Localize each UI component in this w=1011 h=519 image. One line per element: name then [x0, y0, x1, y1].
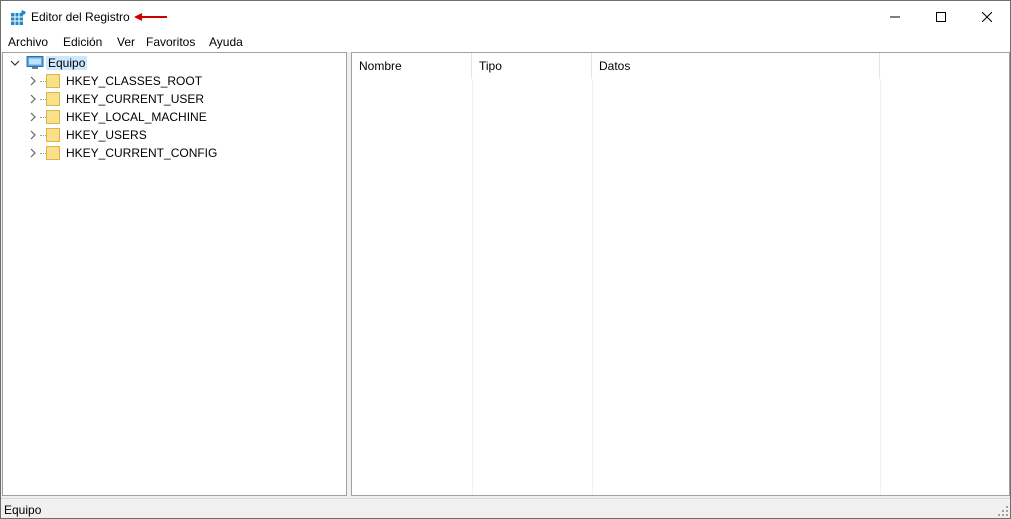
- column-divider: [592, 79, 593, 495]
- minimize-icon: [890, 16, 900, 17]
- menu-edicion[interactable]: Edición: [63, 35, 102, 49]
- computer-icon: [26, 56, 44, 69]
- close-icon: [982, 11, 992, 22]
- chevron-right-icon[interactable]: [28, 112, 38, 122]
- registry-editor-window: Editor del Registro Archivo Edición Ver …: [0, 0, 1011, 519]
- chevron-right-icon[interactable]: [28, 76, 38, 86]
- menu-bar: Archivo Edición Ver Favoritos Ayuda: [1, 32, 1010, 52]
- tree-label-hkey-current-config[interactable]: HKEY_CURRENT_CONFIG: [66, 146, 217, 160]
- folder-icon: [46, 128, 60, 142]
- menu-ver[interactable]: Ver: [117, 35, 135, 49]
- annotation-arrow-icon: [134, 13, 167, 21]
- status-bar: Equipo: [1, 498, 1010, 518]
- status-path: Equipo: [4, 503, 42, 517]
- chevron-down-icon[interactable]: [10, 58, 20, 68]
- close-button[interactable]: [964, 1, 1010, 32]
- tree-node-hkey-users[interactable]: HKEY_USERS: [3, 126, 343, 144]
- menu-archivo[interactable]: Archivo: [8, 35, 48, 49]
- registry-app-icon: [11, 10, 26, 25]
- column-header-datos[interactable]: Datos: [592, 53, 880, 79]
- column-divider: [880, 79, 881, 495]
- tree-label-equipo[interactable]: Equipo: [46, 56, 88, 70]
- folder-icon: [46, 110, 60, 124]
- tree-label-hkey-users[interactable]: HKEY_USERS: [66, 128, 147, 142]
- chevron-right-icon[interactable]: [28, 130, 38, 140]
- registry-tree-pane[interactable]: Equipo HKEY_CLASSES_ROOT HKEY_CURRENT_US…: [2, 52, 347, 496]
- maximize-button[interactable]: [918, 1, 964, 32]
- menu-favoritos[interactable]: Favoritos: [146, 35, 195, 49]
- folder-icon: [46, 74, 60, 88]
- folder-icon: [46, 146, 60, 160]
- tree-node-hkey-local-machine[interactable]: HKEY_LOCAL_MACHINE: [3, 108, 343, 126]
- chevron-right-icon[interactable]: [28, 148, 38, 158]
- title-bar[interactable]: Editor del Registro: [1, 1, 1010, 32]
- menu-ayuda[interactable]: Ayuda: [209, 35, 243, 49]
- resize-grip-icon[interactable]: [998, 506, 1008, 516]
- maximize-icon: [936, 11, 946, 22]
- tree-label-hkey-classes-root[interactable]: HKEY_CLASSES_ROOT: [66, 74, 202, 88]
- tree-label-hkey-current-user[interactable]: HKEY_CURRENT_USER: [66, 92, 204, 106]
- tree-node-equipo[interactable]: Equipo: [3, 54, 343, 72]
- folder-icon: [46, 92, 60, 106]
- tree-node-hkey-classes-root[interactable]: HKEY_CLASSES_ROOT: [3, 72, 343, 90]
- chevron-right-icon[interactable]: [28, 94, 38, 104]
- tree-label-hkey-local-machine[interactable]: HKEY_LOCAL_MACHINE: [66, 110, 207, 124]
- column-header-nombre[interactable]: Nombre: [352, 53, 472, 79]
- column-header-tipo[interactable]: Tipo: [472, 53, 592, 79]
- tree-node-hkey-current-user[interactable]: HKEY_CURRENT_USER: [3, 90, 343, 108]
- minimize-button[interactable]: [872, 1, 918, 32]
- registry-values-pane[interactable]: Nombre Tipo Datos: [351, 52, 1010, 496]
- column-divider: [472, 79, 473, 495]
- window-title: Editor del Registro: [31, 10, 130, 24]
- tree-node-hkey-current-config[interactable]: HKEY_CURRENT_CONFIG: [3, 144, 343, 162]
